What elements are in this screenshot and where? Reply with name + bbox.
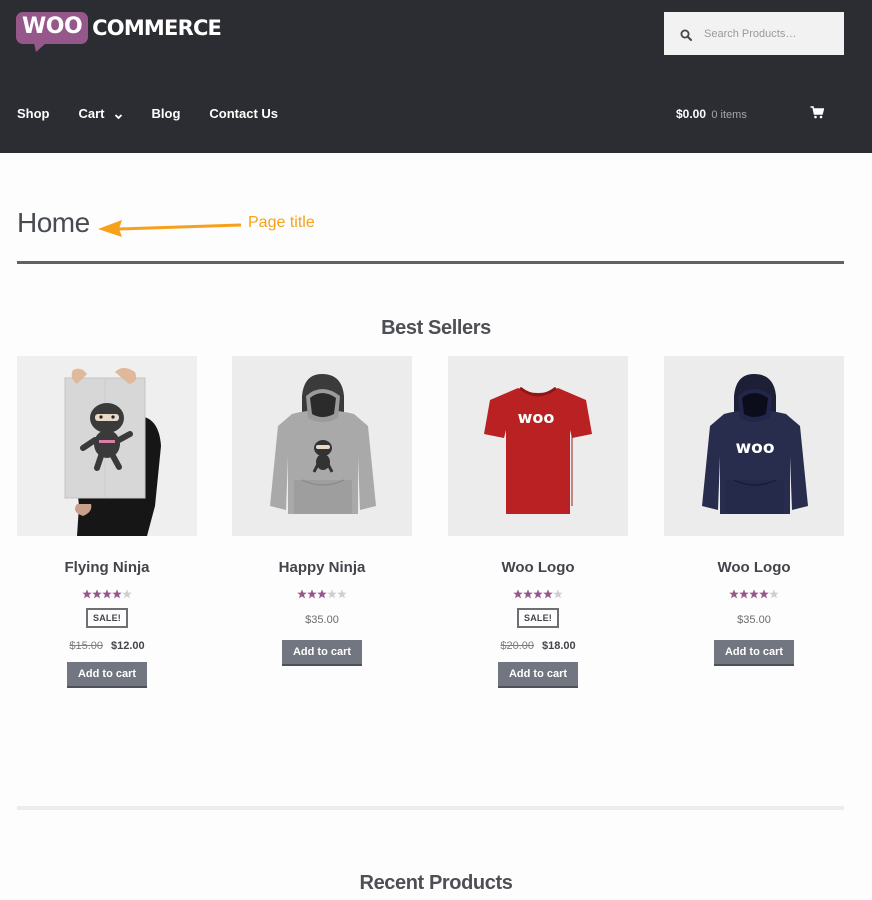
- star-rating: [17, 589, 197, 599]
- product-price: $35.00: [232, 614, 412, 626]
- nav-item-blog[interactable]: Blog: [152, 106, 181, 121]
- star-rating: [232, 589, 412, 599]
- regular-price: $35.00: [305, 614, 339, 626]
- chevron-down-icon[interactable]: [114, 109, 123, 120]
- add-to-cart-button[interactable]: Add to cart: [66, 662, 148, 688]
- product-price: $20.00 $18.00: [448, 640, 628, 652]
- nav-item-contact-us[interactable]: Contact Us: [209, 106, 278, 121]
- annotation-label: Page title: [248, 214, 315, 231]
- cart-item-count: 0 items: [711, 109, 747, 121]
- page-title: Home: [17, 207, 90, 238]
- logo-commerce-text: COMMERCE: [92, 16, 222, 40]
- product-price: $15.00 $12.00: [17, 640, 197, 652]
- star-icon: [297, 589, 307, 599]
- sale-badge: SALE!: [86, 608, 128, 628]
- star-icon: [513, 589, 523, 599]
- sale-badge: SALE!: [517, 608, 559, 628]
- nav-item-label: Cart: [78, 106, 105, 121]
- star-icon: [112, 589, 122, 599]
- add-to-cart-button[interactable]: Add to cart: [497, 662, 579, 688]
- star-icon: [543, 589, 553, 599]
- star-rating: [448, 589, 628, 599]
- add-to-cart-button[interactable]: Add to cart: [281, 640, 363, 666]
- nav-item-shop[interactable]: Shop: [17, 106, 50, 121]
- nav-item-label: Shop: [17, 106, 50, 121]
- product-title[interactable]: Flying Ninja: [17, 559, 197, 576]
- svg-text:woo: woo: [518, 408, 555, 427]
- header-cart-link[interactable]: $0.00 0 items: [676, 107, 747, 121]
- star-icon: [92, 589, 102, 599]
- star-icon: [523, 589, 533, 599]
- product-card: woo Woo Logo $35.00 Add to cart: [664, 356, 844, 666]
- recent-products-heading: Recent Products: [359, 872, 513, 894]
- search-placeholder: Search Products…: [704, 27, 797, 40]
- product-image[interactable]: [232, 356, 412, 536]
- star-icon: [749, 589, 759, 599]
- product-image[interactable]: [17, 356, 197, 536]
- search-icon: [680, 28, 692, 41]
- product-title[interactable]: Woo Logo: [448, 559, 628, 576]
- sale-price: $12.00: [111, 640, 145, 652]
- site-header: WOO COMMERCE Search Products… Shop Cart …: [0, 0, 872, 153]
- star-icon: [739, 589, 749, 599]
- regular-price: $35.00: [737, 614, 771, 626]
- section-divider: [17, 806, 844, 810]
- star-icon: [102, 589, 112, 599]
- add-to-cart-button[interactable]: Add to cart: [713, 640, 795, 666]
- star-icon: [533, 589, 543, 599]
- svg-text:woo: woo: [735, 438, 774, 458]
- product-card: Flying Ninja SALE! $15.00 $12.00 Add to c…: [17, 356, 197, 688]
- site-logo[interactable]: WOO COMMERCE: [16, 12, 222, 52]
- product-title[interactable]: Happy Ninja: [232, 559, 412, 576]
- logo-woo-badge: WOO: [16, 12, 89, 52]
- product-title[interactable]: Woo Logo: [664, 559, 844, 576]
- star-icon: [759, 589, 769, 599]
- star-icon: [307, 589, 317, 599]
- nav-item-label: Blog: [151, 106, 181, 121]
- star-icon: [122, 589, 132, 599]
- star-icon: [82, 589, 92, 599]
- star-icon: [553, 589, 563, 599]
- star-icon: [337, 589, 347, 599]
- search-input[interactable]: Search Products…: [664, 12, 844, 55]
- nav-item-cart[interactable]: Cart: [79, 106, 123, 121]
- product-card: woo Woo Logo SALE! $20.00 $18.00 Add to c…: [448, 356, 628, 688]
- original-price: $15.00: [69, 640, 103, 652]
- star-icon: [317, 589, 327, 599]
- best-sellers-heading: Best Sellers: [381, 317, 491, 339]
- star-rating: [664, 589, 844, 599]
- product-price: $35.00: [664, 614, 844, 626]
- cart-icon[interactable]: [810, 106, 825, 119]
- star-icon: [769, 589, 779, 599]
- cart-total-amount: $0.00: [676, 107, 707, 121]
- star-icon: [729, 589, 739, 599]
- original-price: $20.00: [500, 640, 534, 652]
- title-divider: [17, 261, 844, 264]
- annotation-arrow-icon: [98, 220, 241, 237]
- sale-price: $18.00: [542, 640, 576, 652]
- nav-item-label: Contact Us: [209, 106, 279, 121]
- product-image[interactable]: woo: [664, 356, 844, 536]
- star-icon: [327, 589, 337, 599]
- product-image[interactable]: woo: [448, 356, 628, 536]
- product-card: Happy Ninja $35.00 Add to cart: [232, 356, 412, 666]
- primary-navigation: Shop Cart Blog Contact Us: [17, 106, 307, 121]
